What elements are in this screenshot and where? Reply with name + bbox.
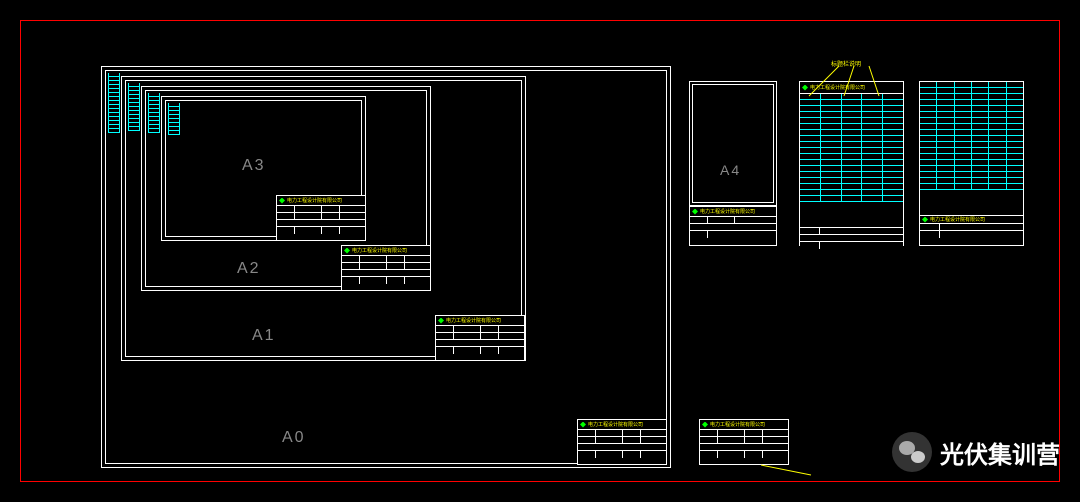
label-a2: A2 <box>237 260 261 278</box>
revision-strip-a1 <box>128 83 140 143</box>
revision-strip-a0 <box>108 73 120 153</box>
title-block-standalone: 电力工程设计院有限公司 <box>699 419 789 465</box>
frame-a4: A4 <box>689 81 777 206</box>
title-block-a0: 电力工程设计院有限公司 <box>577 419 667 465</box>
watermark-text: 光伏集训营 <box>940 435 1060 470</box>
title-block-a3: 电力工程设计院有限公司 <box>276 195 366 241</box>
leader-line-bottom <box>761 463 821 478</box>
wechat-icon <box>892 432 932 472</box>
label-a3: A3 <box>242 157 266 175</box>
title-block-a4: 电力工程设计院有限公司 <box>689 206 777 246</box>
revision-strip-a2 <box>148 93 160 143</box>
logo-icon <box>580 422 586 428</box>
logo-icon <box>702 422 708 428</box>
logo-icon <box>922 217 928 223</box>
logo-icon <box>279 198 285 204</box>
title-block-a2: 电力工程设计院有限公司 <box>341 245 431 291</box>
label-a0: A0 <box>282 429 306 447</box>
table-sheet-2: 电力工程设计院有限公司 <box>919 81 1024 246</box>
drawing-canvas: A0 A1 A2 A3 电力工程设计院有限公司 电力工程设计院有限公司 <box>20 20 1060 482</box>
title-block-a1: 电力工程设计院有限公司 <box>435 315 525 361</box>
label-a1: A1 <box>252 327 276 345</box>
label-a4: A4 <box>720 162 741 178</box>
logo-icon <box>692 209 698 215</box>
table-grid-2 <box>920 82 1023 215</box>
table-grid-1 <box>800 94 903 227</box>
revision-strip-a3 <box>168 103 180 143</box>
leader-note-top: 标题栏说明 <box>831 59 861 68</box>
watermark: 光伏集训营 <box>892 432 1060 472</box>
logo-icon <box>344 248 350 254</box>
logo-icon <box>438 318 444 324</box>
